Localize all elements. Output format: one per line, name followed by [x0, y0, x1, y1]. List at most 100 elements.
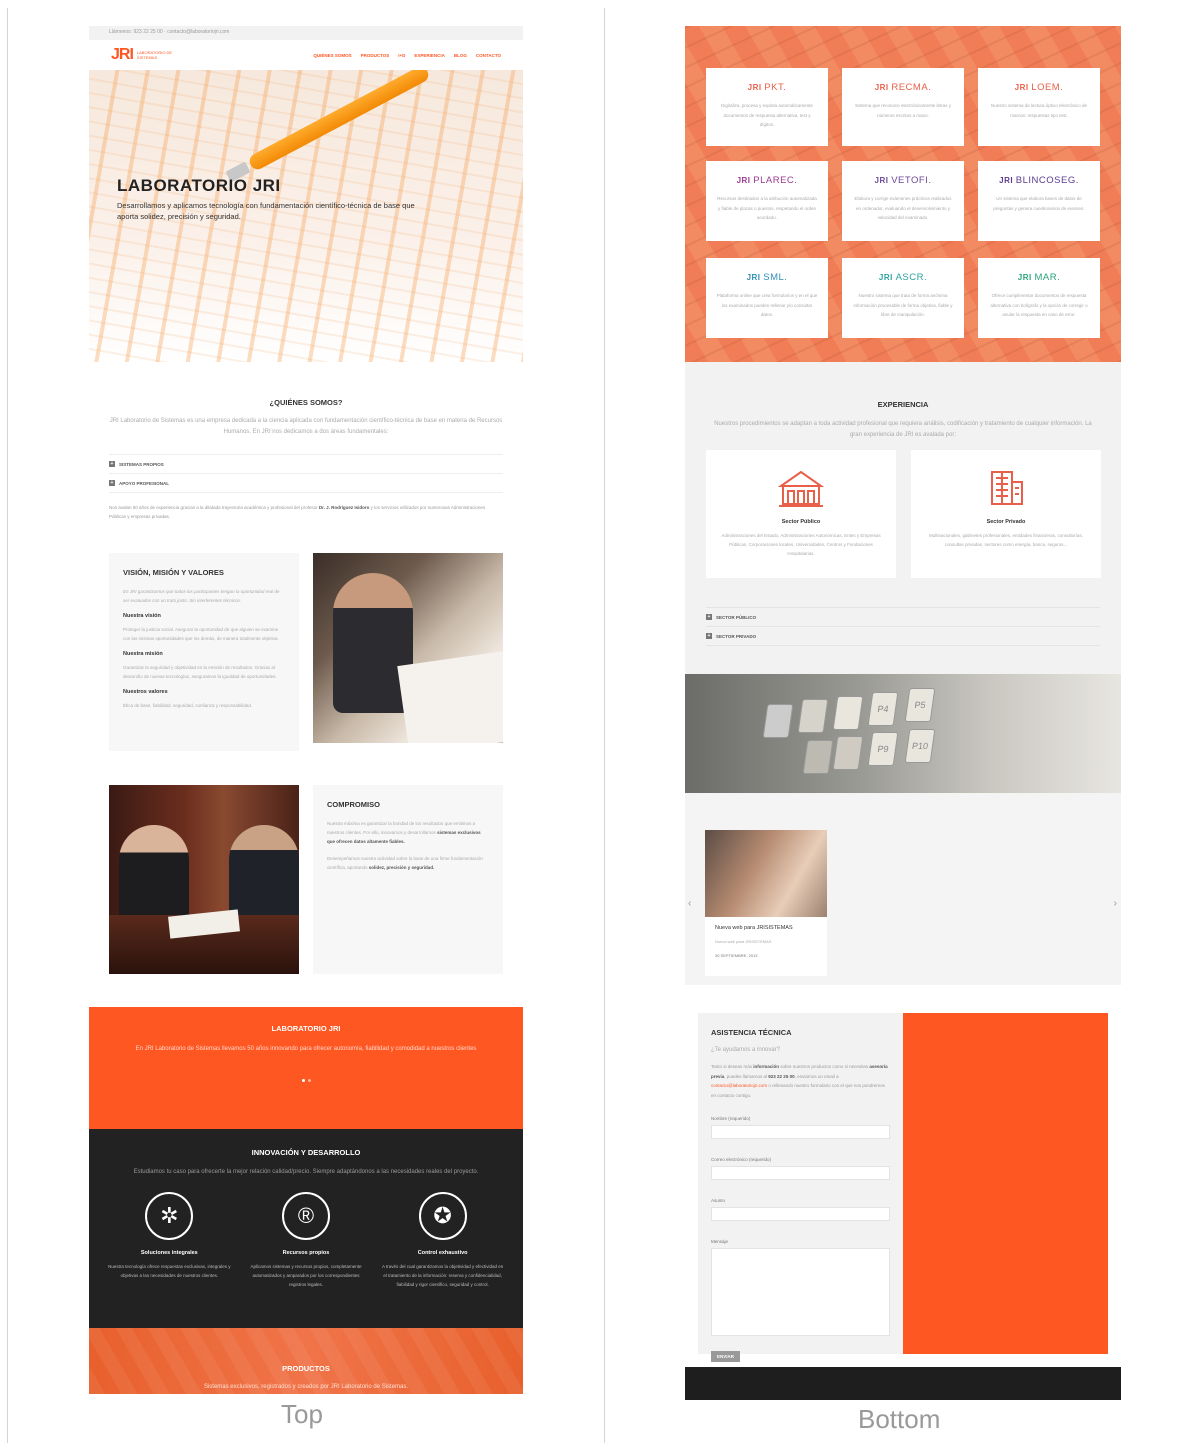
- product-card[interactable]: JRI BLINCOSEG. Un sistema que elabora bas…: [978, 161, 1100, 241]
- product-card[interactable]: JRI VETOFI. Elabora y corrige exámenes pr…: [842, 161, 964, 241]
- accordion-apoyo-profesional[interactable]: + APOYO PROFESIONAL: [109, 474, 503, 493]
- plus-icon: +: [706, 633, 712, 639]
- network-icon: ✲: [145, 1192, 194, 1240]
- compromiso-p2: Desempeñamos nuestra actividad sobre la …: [327, 854, 489, 872]
- nav-item-contacto[interactable]: CONTACTO: [476, 53, 501, 58]
- name-field[interactable]: [711, 1125, 890, 1139]
- sector-text: Multinacionales, gabinetes profesionales…: [928, 533, 1084, 547]
- accordion-sector-privado[interactable]: + SECTOR PRIVADO: [706, 627, 1100, 646]
- blog-section: ‹ › Nueva web para JRISISTEMAS Nueva web…: [685, 793, 1121, 985]
- rd-item-soluciones: ✲ Soluciones integrales Nuestra tecnolog…: [107, 1192, 232, 1289]
- accordion-label: APOYO PROFESIONAL: [119, 480, 170, 486]
- product-card[interactable]: JRI MAR. Ofrece cumplimentar documentos d…: [978, 258, 1100, 338]
- about-title: ¿QUIÉNES SOMOS?: [269, 398, 343, 407]
- product-logo-mark: JRI: [1014, 83, 1032, 92]
- contact-intro-part: Tanto si deseas más: [711, 1064, 754, 1069]
- product-name: SML.: [763, 272, 788, 283]
- registered-gear-icon: ®: [281, 1192, 330, 1240]
- keyboard-key-p10: P10: [904, 729, 936, 763]
- product-card[interactable]: JRI PKT. Digitaliza, procesa y explota au…: [706, 68, 828, 146]
- product-description: Ofrece cumplimentar documentos de respue…: [990, 293, 1088, 317]
- businessman-photo: [313, 553, 503, 743]
- keyboard-key: [832, 696, 864, 730]
- contact-intro-part: , enviarnos un email a: [794, 1073, 839, 1079]
- product-name: ASCR.: [895, 272, 928, 283]
- slider-dot-active[interactable]: [301, 1079, 305, 1082]
- compromiso-p1: Nuestra máxima es garantizar la bondad d…: [327, 819, 489, 846]
- rd-item-title: Recursos propios: [282, 1250, 330, 1256]
- compromiso-p2-bold: solidez, precisión y seguridad.: [368, 865, 435, 870]
- product-card[interactable]: JRI RECMA. Sistema que reconoce electróni…: [842, 68, 964, 146]
- contact-email-link[interactable]: contacto@laboratoriojri.com: [711, 1083, 767, 1088]
- product-card[interactable]: JRI LOEM. Nuestro sistema de lectura ópti…: [978, 68, 1100, 146]
- plus-icon: +: [109, 461, 115, 467]
- blog-post-title[interactable]: Nueva web para JRISISTEMAS: [715, 925, 817, 931]
- product-logo-mark: JRI: [1017, 273, 1035, 282]
- product-name: VETOFI.: [891, 175, 932, 186]
- rd-item-text: A través del cual garantizamos la objeti…: [381, 1264, 504, 1287]
- experiencia-section: EXPERIENCIA Nuestros procedimientos se a…: [685, 362, 1121, 674]
- lab-band-title: LABORATORIO JRI: [271, 1024, 341, 1033]
- vision-heading: Nuestra visión: [123, 613, 161, 619]
- subject-field[interactable]: [711, 1207, 890, 1221]
- lab-band-text: En JRI Laboratorio de Sistemas llevamos …: [135, 1046, 477, 1052]
- accordion-sistemas-propios[interactable]: + SISTEMAS PROPIOS: [109, 454, 503, 474]
- carousel-prev-arrow[interactable]: ‹: [688, 898, 691, 909]
- sector-publico-card[interactable]: Sector Público Administraciones del Esta…: [706, 450, 896, 578]
- nav-item-id[interactable]: I+D: [398, 53, 405, 58]
- productos-title: PRODUCTOS: [282, 1364, 330, 1373]
- subject-label: Asunto: [711, 1198, 726, 1203]
- about-footnote: Nos avalan 50 años de experiencia gracia…: [109, 503, 503, 521]
- sector-accordion: + SECTOR PÚBLICO + SECTOR PRIVADO: [706, 607, 1100, 646]
- nav-item-experiencia[interactable]: EXPERIENCIA: [414, 53, 445, 58]
- site-footer: [685, 1367, 1121, 1400]
- accordion-label: SECTOR PRIVADO: [716, 633, 757, 639]
- accordion-sector-publico[interactable]: + SECTOR PÚBLICO: [706, 607, 1100, 627]
- nav-item-productos[interactable]: PRODUCTOS: [361, 53, 390, 58]
- sector-privado-card[interactable]: Sector Privado Multinacionales, gabinete…: [911, 450, 1101, 578]
- mision-heading: Nuestra misión: [123, 651, 163, 657]
- vision-intro: En JRI garantizamos que todos los partic…: [123, 589, 280, 603]
- main-nav: JRI LABORATORIO DE SISTEMAS QUIÉNES SOMO…: [89, 40, 523, 70]
- man-figure: [229, 825, 299, 925]
- message-field[interactable]: [711, 1248, 890, 1336]
- product-logo-mark: JRI: [746, 273, 764, 282]
- product-name: BLINCOSEG.: [1015, 175, 1079, 186]
- keyboard-key: [832, 736, 864, 770]
- rd-item-text: Nuestra tecnología ofrece respuestas exc…: [108, 1264, 231, 1278]
- plus-icon: +: [109, 480, 115, 486]
- accordion-label: SECTOR PÚBLICO: [716, 614, 757, 620]
- compromiso-title: COMPROMISO: [327, 800, 380, 809]
- award-ribbon-icon: ✪: [418, 1192, 467, 1240]
- product-description: Sistema que reconoce electrónicamente le…: [854, 103, 952, 118]
- product-card[interactable]: JRI SML. Plataforma online que crea formu…: [706, 258, 828, 338]
- nav-item-quienes-somos[interactable]: QUIÉNES SOMOS: [313, 53, 351, 58]
- product-title: JRI SML.: [716, 272, 818, 283]
- product-card[interactable]: JRI ASCR. Nuestro sistema que trata de fo…: [842, 258, 964, 338]
- carousel-next-arrow[interactable]: ›: [1114, 898, 1117, 909]
- plus-icon: +: [706, 614, 712, 620]
- footnote-start: Nos avalan 50 años de experiencia gracia…: [109, 505, 319, 510]
- nav-item-blog[interactable]: BLOG: [454, 53, 467, 58]
- blog-post-card[interactable]: Nueva web para JRISISTEMAS Nueva web par…: [705, 830, 827, 976]
- experiencia-text: Nuestros procedimientos se adaptan a tod…: [714, 421, 1092, 438]
- about-text: JRI Laboratorio de Sistemas es una empre…: [109, 418, 503, 435]
- product-card[interactable]: JRI PLAREC. Recursos destinados a la atri…: [706, 161, 828, 241]
- product-description: Nuestro sistema de lectura óptico electr…: [990, 103, 1088, 118]
- rd-item-text: Aplicamos sistemas y recursos propios, c…: [250, 1264, 362, 1287]
- slider-dot[interactable]: [307, 1079, 311, 1082]
- vision-title: VISIÓN, MISIÓN Y VALORES: [123, 568, 224, 577]
- contact-intro-part: sobre nuestros productos como si necesit…: [779, 1064, 870, 1069]
- product-description: Elabora y corrige exámenes prácticos rea…: [854, 196, 952, 220]
- submit-button[interactable]: ENVIAR: [711, 1351, 741, 1362]
- rd-title: INNOVACIÓN Y DESARROLLO: [251, 1148, 361, 1157]
- hero-title: LABORATORIO JRI: [117, 176, 281, 195]
- logo-text: LABORATORIO DE SISTEMAS: [136, 50, 173, 60]
- jri-logo[interactable]: JRI LABORATORIO DE SISTEMAS: [111, 46, 177, 64]
- blog-post-thumbnail[interactable]: [705, 830, 827, 917]
- email-field[interactable]: [711, 1166, 890, 1180]
- product-title: JRI BLINCOSEG.: [988, 175, 1090, 186]
- contact-subtitle: ¿Te ayudamos a innovar?: [711, 1047, 781, 1053]
- product-logo-mark: JRI: [736, 176, 754, 185]
- keyboard-photo: P4 P5 P9 P10: [685, 674, 1121, 793]
